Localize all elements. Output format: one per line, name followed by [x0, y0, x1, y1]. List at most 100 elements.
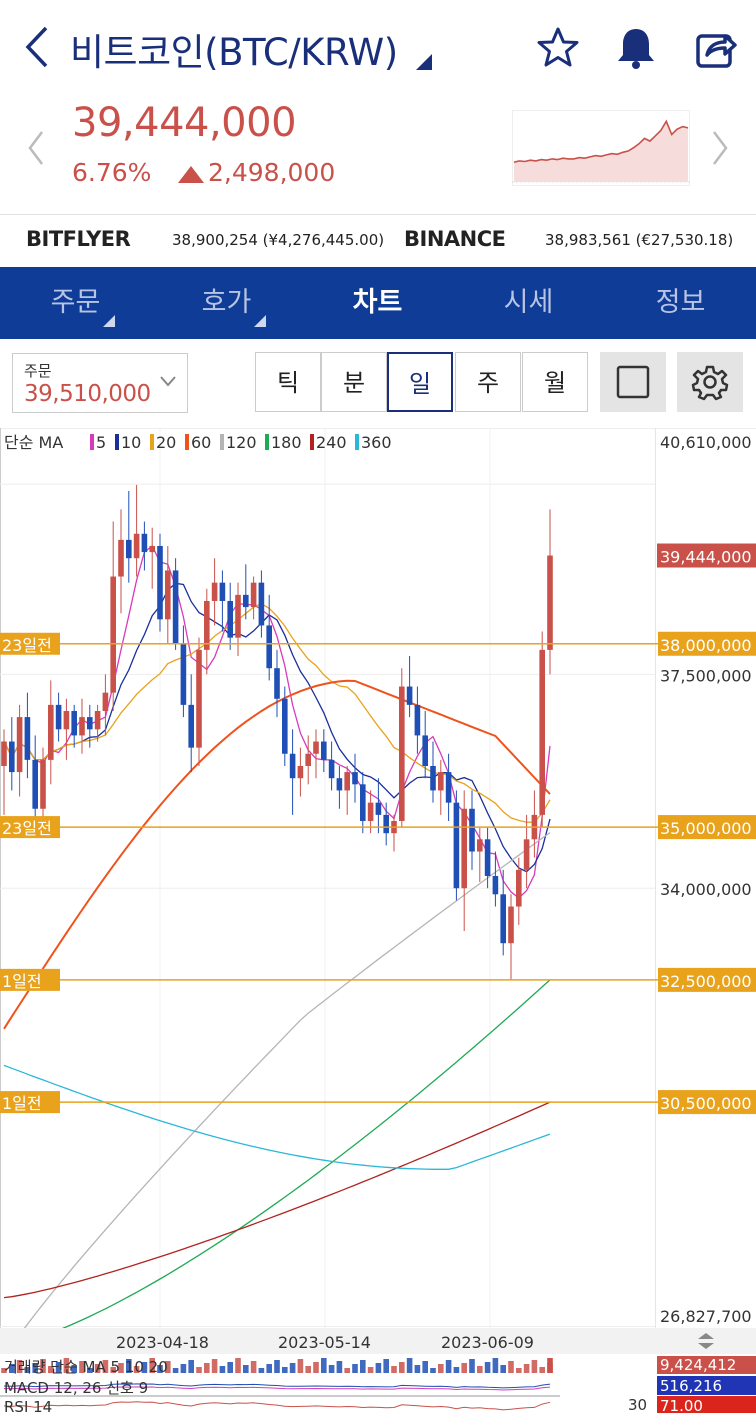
candle: [110, 576, 116, 693]
tab-orderbook[interactable]: 호가: [151, 267, 302, 339]
x-axis-label: 2023-04-18: [116, 1333, 209, 1352]
order-value: 39,510,000: [24, 381, 151, 407]
chevron-left-icon[interactable]: [18, 24, 58, 70]
indicator-label: MACD 12, 26 신호 9: [4, 1379, 148, 1397]
exchange-prices: BITFLYER 38,900,254 (¥4,276,445.00) BINA…: [0, 215, 756, 267]
drawing-tool-button[interactable]: [600, 352, 666, 412]
legend-swatch: [220, 434, 224, 450]
caret-icon: [254, 315, 266, 327]
volume-bar: [258, 1368, 265, 1373]
period-week[interactable]: 주: [455, 352, 521, 412]
period-month[interactable]: 월: [522, 352, 588, 412]
exchange-value: 38,900,254 (¥4,276,445.00): [172, 231, 385, 249]
tab-order[interactable]: 주문: [0, 267, 151, 339]
app-header: 비트코인(BTC/KRW): [0, 0, 756, 96]
rsi-value: 71.00: [660, 1397, 703, 1413]
volume-bar: [344, 1368, 350, 1373]
indicator-label: 거래량 단순 MA 5 10 20: [4, 1358, 168, 1376]
candle: [336, 778, 343, 791]
volume-bar: [211, 1359, 218, 1373]
candle: [313, 741, 319, 754]
candle: [141, 533, 148, 553]
mini-price-chart[interactable]: [512, 110, 690, 186]
volume-bar: [250, 1361, 257, 1373]
x-axis-label: 2023-06-09: [441, 1333, 534, 1352]
candle: [219, 582, 226, 601]
price-summary: 39,444,000 6.76% 2,498,000: [0, 96, 756, 215]
star-icon[interactable]: [534, 24, 582, 72]
volume-bar: [453, 1367, 460, 1373]
candle: [289, 753, 296, 779]
candle: [24, 717, 31, 760]
legend-label: 360: [361, 433, 392, 452]
volume-bar: [430, 1368, 436, 1373]
volume-bar: [531, 1360, 538, 1373]
exchange-name: BINANCE: [404, 227, 506, 251]
bell-icon[interactable]: [612, 24, 660, 72]
legend-label: 180: [271, 433, 302, 452]
caret-icon: [103, 315, 115, 327]
candle: [235, 594, 241, 638]
candle: [211, 582, 218, 601]
volume-bar: [328, 1365, 335, 1373]
candle: [477, 839, 483, 852]
legend-label: 120: [226, 433, 257, 452]
volume-bar: [399, 1362, 405, 1373]
volume-bar: [422, 1361, 428, 1373]
tab-label: 차트: [352, 287, 403, 318]
candle: [383, 814, 389, 834]
period-tick[interactable]: 틱: [255, 352, 321, 412]
tab-label: 시세: [503, 287, 554, 318]
share-icon[interactable]: [692, 24, 740, 72]
candle: [539, 649, 545, 815]
volume-bar: [227, 1362, 233, 1373]
price-line-label: 1일전: [2, 1094, 42, 1113]
exchange-name: BITFLYER: [26, 227, 131, 251]
candle: [48, 704, 54, 760]
period-minute[interactable]: 분: [321, 352, 387, 412]
chart-controls: 주문 39,510,000 틱 분 일 주 월: [0, 339, 756, 429]
price-line-label: 1일전: [2, 972, 42, 991]
volume-bar: [266, 1364, 272, 1373]
chevron-right-icon[interactable]: [708, 128, 732, 168]
volume-bar: [313, 1362, 319, 1373]
volume-bar: [360, 1360, 366, 1373]
candle: [16, 717, 23, 773]
legend-swatch: [310, 434, 314, 450]
legend-swatch: [355, 434, 359, 450]
tab-quotes[interactable]: 시세: [453, 267, 604, 339]
candle: [360, 784, 366, 821]
candle: [328, 759, 335, 779]
candle: [399, 686, 405, 821]
volume-value: 9,424,412: [660, 1356, 736, 1374]
candle: [40, 759, 46, 809]
exchange-value: 38,983,561 (€27,530.18): [545, 231, 734, 249]
change-percent: 6.76%: [72, 158, 152, 187]
candle: [321, 741, 327, 760]
order-price-select[interactable]: 주문 39,510,000: [12, 353, 188, 413]
volume-bar: [539, 1367, 545, 1373]
candle: [133, 533, 140, 559]
tab-chart[interactable]: 차트: [302, 267, 453, 339]
chart-settings-button[interactable]: [677, 352, 743, 412]
volume-bar: [523, 1364, 530, 1373]
candle: [102, 692, 109, 711]
volume-bar: [391, 1366, 397, 1373]
tab-info[interactable]: 정보: [605, 267, 756, 339]
caret-down-icon[interactable]: [416, 54, 432, 70]
indicator-label: RSI 14: [4, 1398, 52, 1413]
change-amount: 2,498,000: [208, 158, 336, 187]
candle: [508, 906, 514, 944]
period-day[interactable]: 일: [387, 352, 453, 412]
candle: [274, 668, 280, 699]
legend-swatch: [265, 434, 269, 450]
chevron-left-icon[interactable]: [24, 128, 48, 168]
volume-bar: [547, 1358, 553, 1373]
candle: [172, 570, 179, 644]
volume-bar: [188, 1360, 194, 1373]
volume-bar: [438, 1364, 444, 1373]
candle: [516, 869, 522, 907]
candle: [32, 759, 38, 809]
page-title[interactable]: 비트코인(BTC/KRW): [70, 22, 398, 76]
price-chart[interactable]: 23일전 38,000,000 23일전 35,000,000 1일전 32,500,00…: [0, 428, 756, 1413]
